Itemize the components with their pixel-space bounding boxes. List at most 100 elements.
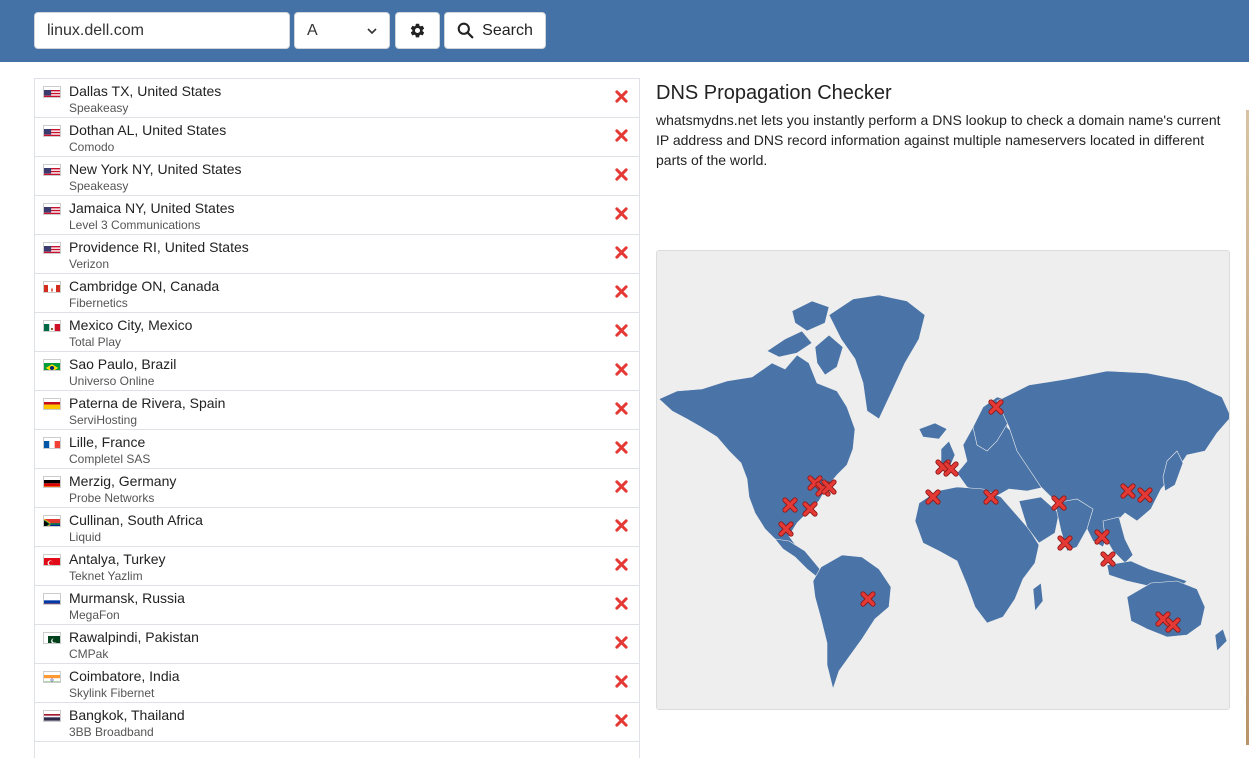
result-location: Cullinan, South Africa	[69, 512, 203, 528]
result-row[interactable]: Mexico City, Mexico Total Play	[35, 313, 639, 352]
map-land-iceland	[918, 422, 948, 440]
map-land-arctic-islands-2	[791, 300, 830, 332]
map-land-africa	[914, 486, 1040, 624]
map-marker-fail-icon	[860, 591, 876, 607]
status-fail-icon	[615, 168, 629, 182]
map-marker-fail-icon	[802, 501, 818, 517]
flag-us-icon	[43, 86, 61, 98]
result-location: Dallas TX, United States	[69, 83, 222, 99]
result-row[interactable]: Antalya, Turkey Teknet Yazlim	[35, 547, 639, 586]
map-marker-fail-icon	[1051, 495, 1067, 511]
map-marker-fail-icon	[943, 461, 959, 477]
status-fail-icon	[615, 636, 629, 650]
result-location: Providence RI, United States	[69, 239, 249, 255]
result-row[interactable]: Cullinan, South Africa Liquid	[35, 508, 639, 547]
result-provider: MegaFon	[69, 608, 120, 622]
flag-tr-icon	[43, 554, 61, 566]
flag-za-icon	[43, 515, 61, 527]
result-provider: Speakeasy	[69, 179, 129, 193]
status-fail-icon	[615, 519, 629, 533]
flag-ca-icon	[43, 281, 61, 293]
map-land-baffin	[814, 334, 844, 376]
result-provider: Completel SAS	[69, 452, 151, 466]
result-location: Coimbatore, India	[69, 668, 180, 684]
result-provider: Speakeasy	[69, 101, 129, 115]
status-fail-icon	[615, 285, 629, 299]
map-marker-fail-icon	[925, 489, 941, 505]
result-location: Lille, France	[69, 434, 146, 450]
result-row[interactable]: Rawalpindi, Pakistan CMPak	[35, 625, 639, 664]
map-land-south-america	[812, 554, 892, 691]
result-location: Sao Paulo, Brazil	[69, 356, 177, 372]
result-row[interactable]: Dothan AL, United States Comodo	[35, 118, 639, 157]
results-list: Dallas TX, United States Speakeasy Dothan …	[34, 78, 640, 758]
result-provider: Verizon	[69, 257, 110, 271]
flag-in-icon	[43, 671, 61, 683]
result-provider: CMPak	[69, 647, 109, 661]
status-fail-icon	[615, 246, 629, 260]
result-row[interactable]: Murmansk, Russia MegaFon	[35, 586, 639, 625]
record-type-value: A	[307, 21, 318, 39]
result-location: Bangkok, Thailand	[69, 707, 185, 723]
search-button-label: Search	[482, 21, 533, 39]
result-location: New York NY, United States	[69, 161, 242, 177]
result-provider: ServiHosting	[69, 413, 138, 427]
flag-th-icon	[43, 710, 61, 722]
result-row[interactable]: Coimbatore, India Skylink Fibernet	[35, 664, 639, 703]
result-row[interactable]: Paterna de Rivera, Spain ServiHosting	[35, 391, 639, 430]
result-provider: Teknet Yazlim	[69, 569, 143, 583]
result-row[interactable]: Jamaica NY, United States Level 3 Communi…	[35, 196, 639, 235]
map-marker-fail-icon	[1137, 487, 1153, 503]
settings-button[interactable]	[395, 12, 440, 49]
map-marker-fail-icon	[1094, 529, 1110, 545]
result-location: Dothan AL, United States	[69, 122, 227, 138]
result-provider: Skylink Fibernet	[69, 686, 155, 700]
status-fail-icon	[615, 675, 629, 689]
domain-input[interactable]	[34, 12, 290, 49]
status-fail-icon	[615, 441, 629, 455]
result-location: Cambridge ON, Canada	[69, 278, 220, 294]
flag-fr-icon	[43, 437, 61, 449]
flag-us-icon	[43, 125, 61, 137]
result-provider: 3BB Broadband	[69, 725, 154, 739]
status-fail-icon	[615, 480, 629, 494]
result-location: Paterna de Rivera, Spain	[69, 395, 226, 411]
result-row[interactable]: Lille, France Completel SAS	[35, 430, 639, 469]
gear-icon	[410, 23, 425, 38]
map-land-greenland	[828, 294, 926, 420]
map-land-north-america	[658, 354, 856, 552]
flag-ru-icon	[43, 593, 61, 605]
result-row[interactable]: Dallas TX, United States Speakeasy	[35, 79, 639, 118]
record-type-select[interactable]: A	[294, 12, 390, 49]
world-map	[656, 250, 1230, 710]
status-fail-icon	[615, 402, 629, 416]
flag-pk-icon	[43, 632, 61, 644]
page-title: DNS Propagation Checker	[656, 82, 892, 104]
result-row[interactable]: Bangkok, Thailand 3BB Broadband	[35, 703, 639, 742]
map-marker-fail-icon	[782, 497, 798, 513]
result-provider: Comodo	[69, 140, 115, 154]
map-marker-fail-icon	[1057, 535, 1073, 551]
flag-mx-icon	[43, 320, 61, 332]
result-provider: Level 3 Communications	[69, 218, 201, 232]
flag-de-icon	[43, 476, 61, 488]
search-button[interactable]: Search	[444, 12, 546, 49]
world-map-graphic	[658, 294, 1229, 691]
result-provider: Universo Online	[69, 374, 155, 388]
status-fail-icon	[615, 207, 629, 221]
result-row[interactable]: Providence RI, United States Verizon	[35, 235, 639, 274]
chevron-down-icon	[367, 27, 377, 34]
map-marker-fail-icon	[778, 521, 794, 537]
status-fail-icon	[615, 324, 629, 338]
result-row[interactable]: New York NY, United States Speakeasy	[35, 157, 639, 196]
result-provider: Fibernetics	[69, 296, 128, 310]
page-description: whatsmydns.net lets you instantly perfor…	[656, 112, 1221, 168]
result-location: Antalya, Turkey	[69, 551, 166, 567]
flag-us-icon	[43, 242, 61, 254]
magnifier-icon	[457, 22, 474, 39]
result-row[interactable]: Cambridge ON, Canada Fibernetics	[35, 274, 639, 313]
map-land-madagascar	[1032, 582, 1044, 612]
status-fail-icon	[615, 597, 629, 611]
result-row[interactable]: Merzig, Germany Probe Networks	[35, 469, 639, 508]
result-row[interactable]: Sao Paulo, Brazil Universo Online	[35, 352, 639, 391]
